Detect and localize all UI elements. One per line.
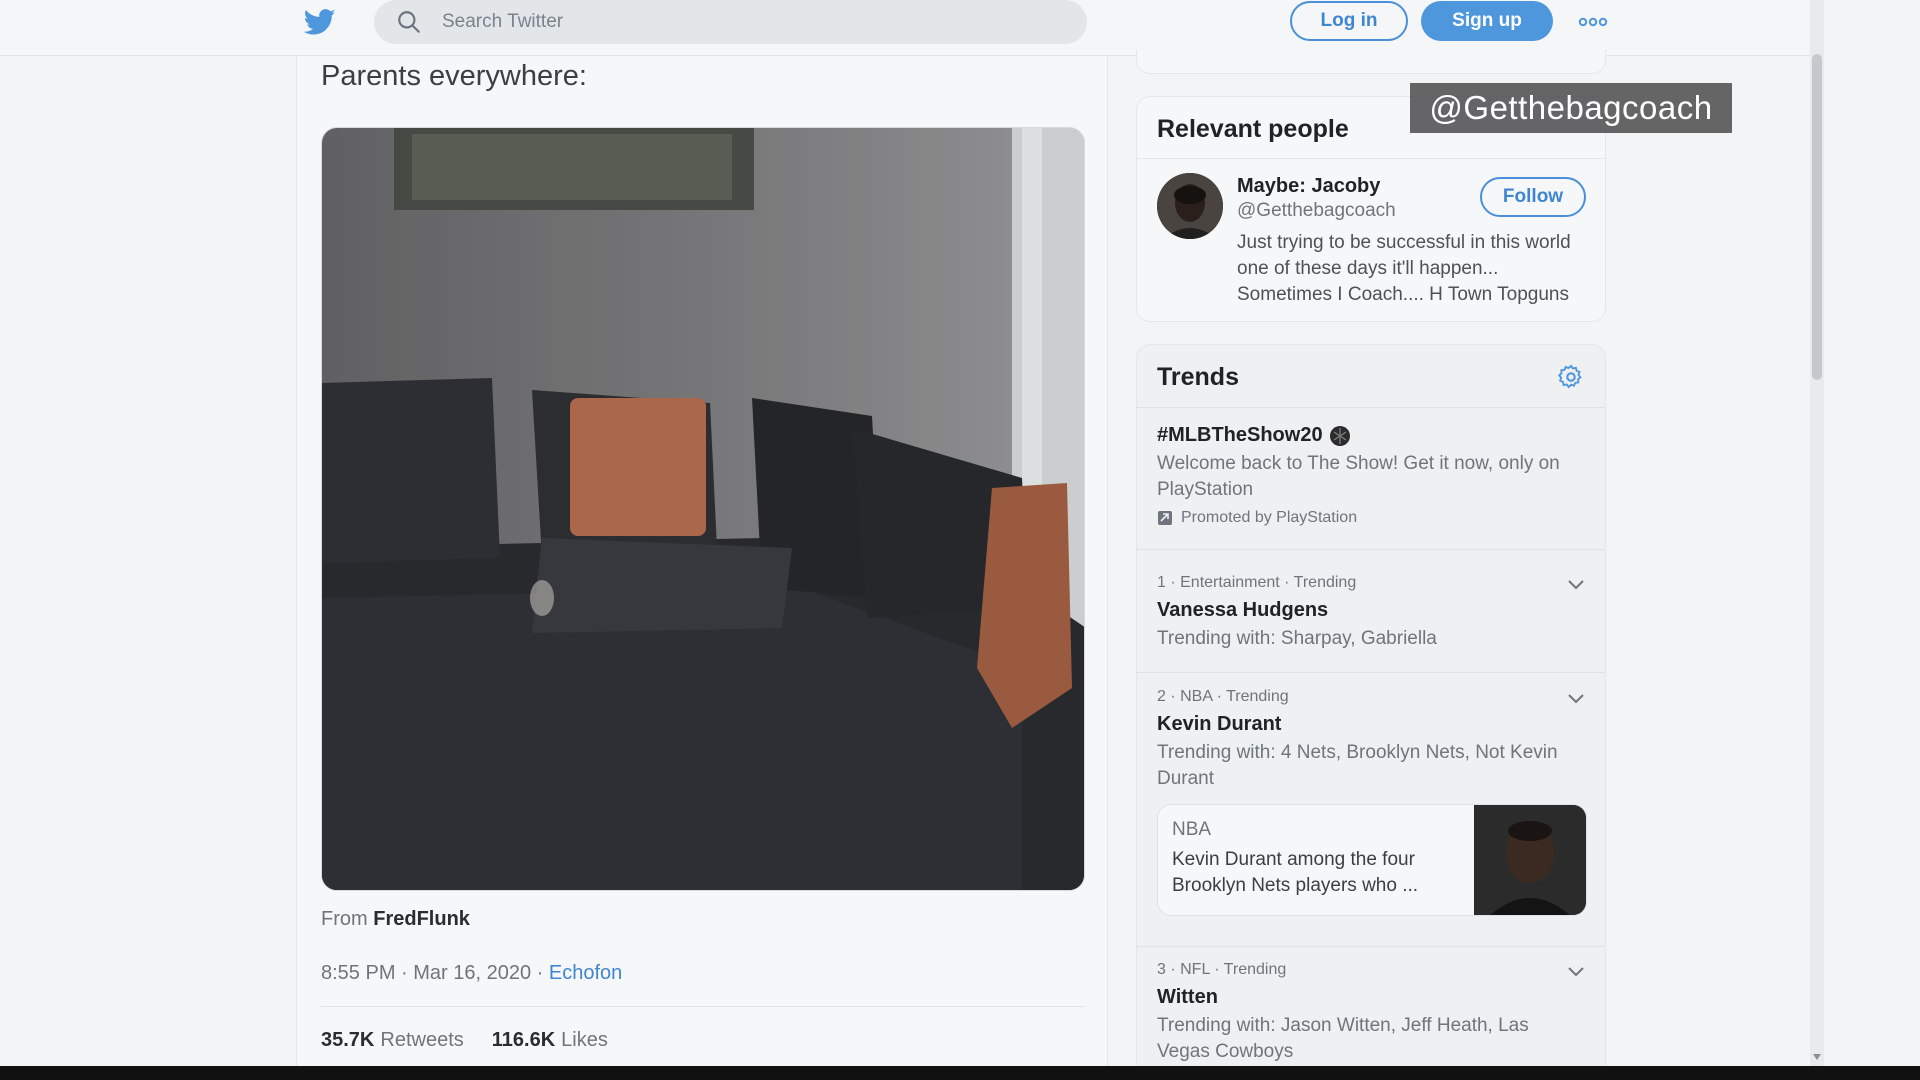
news-headline: Kevin Durant among the four Brooklyn Net… <box>1172 849 1419 896</box>
follow-button[interactable]: Follow <box>1480 177 1586 217</box>
promoted-icon <box>1158 511 1172 525</box>
promoted-by: Promoted by PlayStation <box>1157 509 1585 527</box>
card-edge <box>1136 50 1606 74</box>
trend-meta: 3 · NFL · Trending <box>1157 961 1287 978</box>
signup-button[interactable]: Sign up <box>1421 1 1553 41</box>
news-source: NBA <box>1172 819 1212 840</box>
trend-item[interactable]: 2 · NBA · Trending Kevin Durant Trending… <box>1137 674 1605 947</box>
trend-item[interactable]: 3 · NFL · Trending Witten Trending with:… <box>1137 947 1605 1080</box>
video-frame <box>322 128 1084 890</box>
scroll-down-arrow-icon[interactable] <box>1813 1054 1821 1060</box>
chevron-down-icon[interactable] <box>1567 692 1585 704</box>
person-handle[interactable]: @Getthebagcoach <box>1237 200 1396 222</box>
tweet-detail: Parents everywhere: From FredFlunk 8:55 … <box>296 56 1108 1066</box>
top-bar: Log in Sign up <box>0 0 1810 56</box>
from-user-link[interactable]: FredFlunk <box>373 908 470 930</box>
trend-title: Kevin Durant <box>1157 713 1282 735</box>
trend-meta: 2 · NBA · Trending <box>1157 688 1289 705</box>
login-button[interactable]: Log in <box>1290 1 1408 41</box>
tweet-text: Parents everywhere: <box>321 60 587 92</box>
chevron-down-icon[interactable] <box>1567 578 1585 590</box>
trend-item[interactable]: 1 · Entertainment · Trending Vanessa Hud… <box>1137 560 1605 673</box>
trend-meta: 1 · Entertainment · Trending <box>1157 574 1357 591</box>
trend-subtitle: Trending with: 4 Nets, Brooklyn Nets, No… <box>1157 742 1558 789</box>
retweets-stat[interactable]: 35.7K Retweets <box>321 1029 464 1052</box>
likes-count: 116.6K <box>491 1029 556 1051</box>
tweet-timestamp: 8:55 PM · Mar 16, 2020 · Echofon <box>321 962 622 985</box>
trend-subtitle: Trending with: Jason Witten, Jeff Heath,… <box>1157 1015 1529 1062</box>
timestamp-text: 8:55 PM · Mar 16, 2020 · <box>321 962 544 984</box>
trend-title: Vanessa Hudgens <box>1157 599 1329 621</box>
news-card[interactable]: NBA Kevin Durant among the four Brooklyn… <box>1157 804 1587 916</box>
promoted-trend-hashtag: #MLBTheShow20 <box>1157 424 1323 446</box>
tweet-stats: 35.7K Retweets 116.6K Likes <box>321 1029 608 1052</box>
search-icon <box>398 11 420 33</box>
playstation-emoji-icon <box>1329 425 1350 446</box>
trends-card: Trends #MLBTheShow20 Welcome back to The… <box>1136 344 1606 1080</box>
twitter-bird-icon[interactable] <box>302 6 338 38</box>
source-app-link[interactable]: Echofon <box>549 962 622 984</box>
relevant-people-heading: Relevant people <box>1157 115 1349 143</box>
retweets-label: Retweets <box>380 1029 464 1051</box>
more-options-icon[interactable] <box>1578 14 1608 30</box>
trend-subtitle: Trending with: Sharpay, Gabriella <box>1157 628 1437 649</box>
likes-label: Likes <box>561 1029 608 1051</box>
avatar[interactable] <box>1157 173 1223 239</box>
retweets-count: 35.7K <box>321 1029 375 1051</box>
promoted-trend-description: Welcome back to The Show! Get it now, on… <box>1157 453 1560 500</box>
trend-title: Witten <box>1157 986 1218 1008</box>
person-name[interactable]: Maybe: Jacoby <box>1237 175 1380 198</box>
trends-heading: Trends <box>1157 363 1239 391</box>
overlay-handle-caption: @Getthebagcoach <box>1410 83 1732 133</box>
likes-stat[interactable]: 116.6K Likes <box>492 1029 608 1052</box>
search-input[interactable] <box>442 11 1042 33</box>
news-thumbnail <box>1474 805 1586 915</box>
divider <box>321 1006 1085 1007</box>
search-bar[interactable] <box>374 0 1087 44</box>
scrollbar-thumb[interactable] <box>1812 54 1822 380</box>
tweet-attribution: From FredFlunk <box>321 908 470 931</box>
promoted-trend[interactable]: #MLBTheShow20 Welcome back to The Show! … <box>1137 424 1605 550</box>
person-bio: Just trying to be successful in this wor… <box>1237 232 1571 305</box>
promoted-trend-title: #MLBTheShow20 <box>1157 424 1585 447</box>
bottom-bar <box>0 1066 1920 1080</box>
promoted-by-label: Promoted by PlayStation <box>1181 509 1358 526</box>
tweet-video[interactable] <box>321 127 1085 891</box>
from-label: From <box>321 908 368 930</box>
divider <box>1137 407 1605 408</box>
divider <box>1137 158 1605 159</box>
gear-icon[interactable] <box>1557 363 1585 391</box>
screen: Log in Sign up Parents everywhere: <box>0 0 1920 1080</box>
chevron-down-icon[interactable] <box>1567 965 1585 977</box>
